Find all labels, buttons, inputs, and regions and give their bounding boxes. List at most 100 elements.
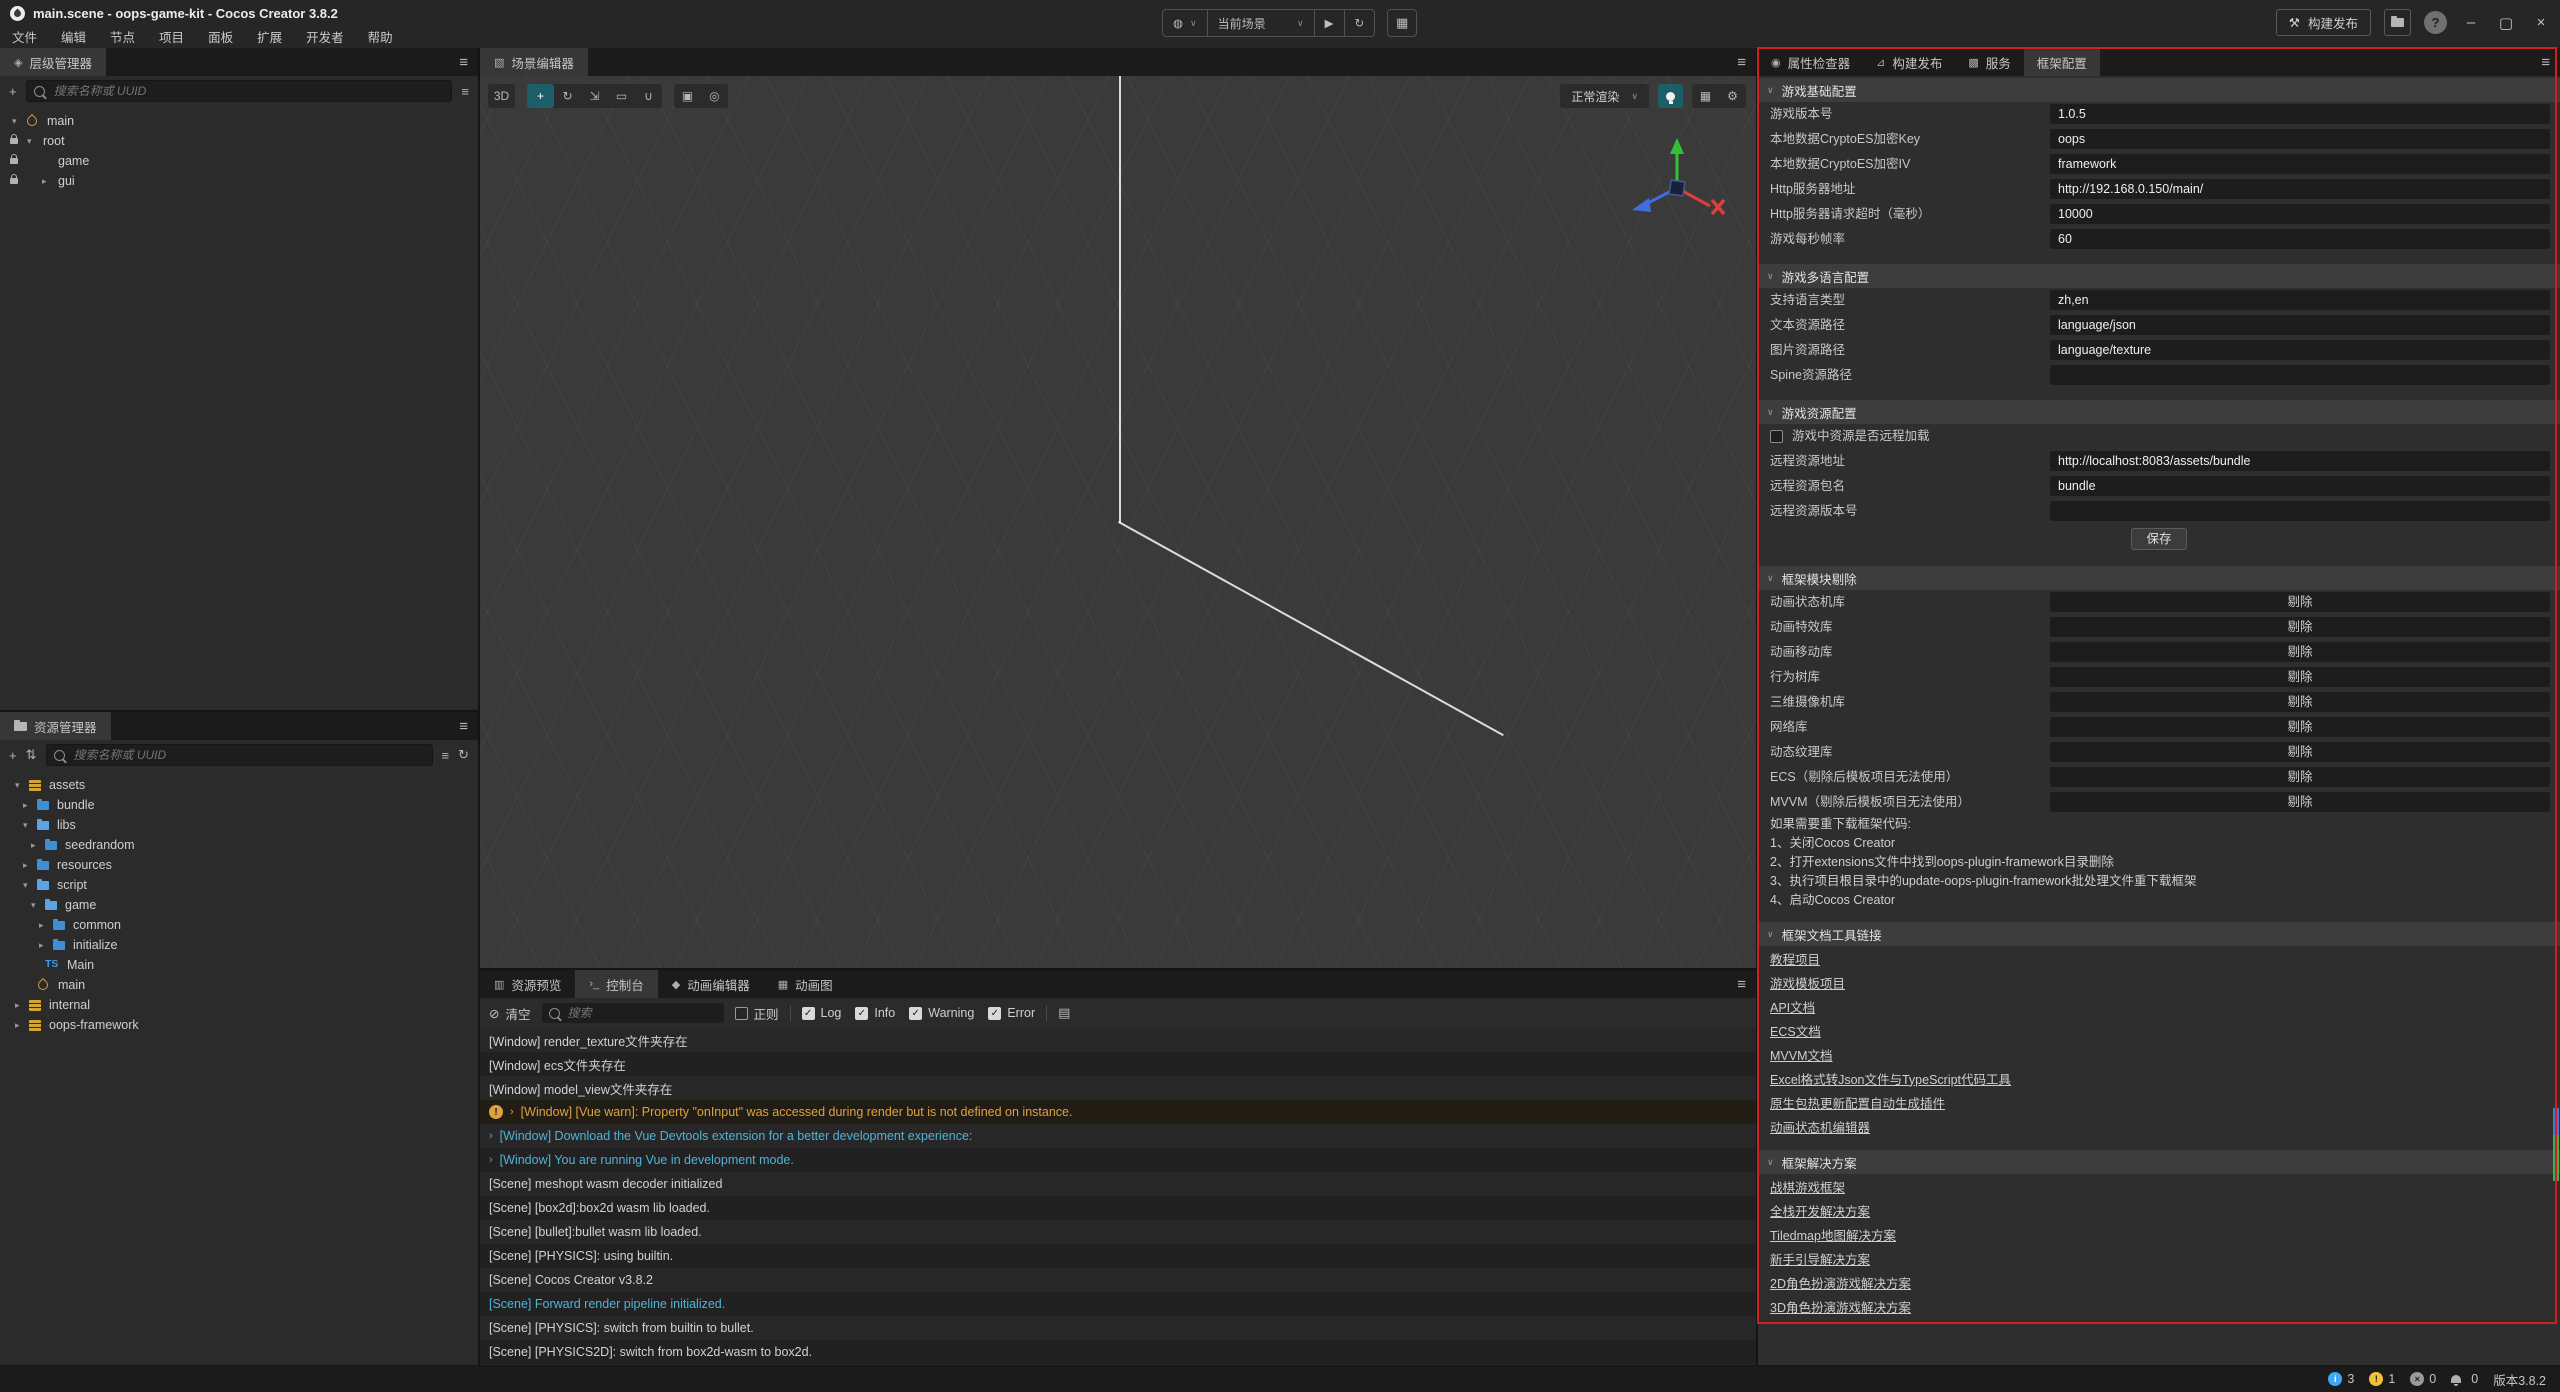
lighting-toggle[interactable] [1658, 84, 1683, 108]
tree-arrow[interactable]: ▸ [31, 840, 45, 851]
inspector-tab[interactable]: ⊿ 构建发布 [1863, 48, 1955, 76]
tree-row[interactable]: ▾ script [0, 875, 478, 895]
tree-row[interactable]: ▸ initialize [0, 935, 478, 955]
refresh-icon[interactable]: ↻ [458, 747, 469, 763]
section-header-language[interactable]: ∨ 游戏多语言配置 [1758, 264, 2560, 288]
sort-icon[interactable]: ⇅ [26, 747, 37, 763]
log-row[interactable]: ! [Window] render_texture文件夹存在 [480, 1028, 1756, 1052]
property-input[interactable]: language/json [2050, 315, 2550, 335]
tree-arrow[interactable]: ▾ [23, 880, 37, 891]
doc-link[interactable]: MVVM文档 [1770, 1045, 1833, 1064]
property-input[interactable]: zh,en [2050, 290, 2550, 310]
menu-item[interactable]: 项目 [159, 27, 184, 46]
create-node-button[interactable]: + [9, 84, 17, 99]
log-row[interactable]: ! [Scene] [PHYSICS]: using builtin. [480, 1244, 1756, 1268]
console-tab[interactable]: ▦ 动画图 [764, 970, 847, 998]
remove-module-button[interactable]: 剔除 [2050, 717, 2550, 737]
mode-3d-button[interactable]: 3D [488, 84, 515, 108]
tree-arrow[interactable]: ▾ [12, 116, 26, 127]
menu-item[interactable]: 面板 [208, 27, 233, 46]
property-input[interactable]: 60 [2050, 229, 2550, 249]
solution-link[interactable]: Tiledmap地图解决方案 [1770, 1225, 1896, 1244]
section-header-basic[interactable]: ∨ 游戏基础配置 [1758, 78, 2560, 102]
log-filter-toggle[interactable]: ✓ Error [988, 1006, 1035, 1020]
tree-row[interactable]: main [0, 975, 478, 995]
tree-arrow[interactable]: ▸ [15, 1000, 29, 1011]
clear-console-button[interactable]: ⊘ 清空 [489, 1004, 531, 1023]
solution-link[interactable]: 3D角色扮演游戏解决方案 [1770, 1297, 1911, 1316]
inspector-menu-icon[interactable]: ≡ [2541, 48, 2550, 76]
reload-button[interactable]: ↻ [1345, 10, 1375, 36]
notification-counter[interactable]: 0 [2451, 1372, 2478, 1386]
console-menu-icon[interactable]: ≡ [1737, 970, 1746, 998]
remote-load-checkbox[interactable] [1770, 430, 1783, 443]
property-input[interactable]: 10000 [2050, 204, 2550, 224]
tree-arrow[interactable]: ▾ [31, 900, 45, 911]
doc-link[interactable]: 动画状态机编辑器 [1770, 1117, 1870, 1136]
remove-module-button[interactable]: 剔除 [2050, 792, 2550, 812]
solution-link[interactable]: 全栈开发解决方案 [1770, 1201, 1870, 1220]
property-input[interactable]: oops [2050, 129, 2550, 149]
tab-scene-editor[interactable]: ▧ 场景编辑器 [480, 48, 588, 76]
tree-arrow[interactable]: ▸ [23, 800, 37, 811]
filter-icon[interactable]: ≡ [442, 748, 450, 763]
remove-module-button[interactable]: 剔除 [2050, 767, 2550, 787]
tree-arrow[interactable]: ▸ [39, 920, 53, 931]
console-tab[interactable]: ◆ 动画编辑器 [658, 970, 764, 998]
filter-icon[interactable]: ≡ [461, 84, 469, 99]
preview-target-button[interactable]: ◍ ∨ [1163, 10, 1207, 36]
doc-link[interactable]: 游戏模板项目 [1770, 973, 1845, 992]
hierarchy-search-input[interactable] [52, 83, 445, 99]
inspector-tab[interactable]: 框架配置 [2024, 48, 2100, 76]
transform-tool-button[interactable]: ∪ [635, 84, 662, 108]
tree-arrow[interactable]: ▾ [15, 780, 29, 791]
remove-module-button[interactable]: 剔除 [2050, 692, 2550, 712]
minimize-button[interactable]: – [2460, 14, 2482, 31]
doc-link[interactable]: 原生包热更新配置自动生成插件 [1770, 1093, 1945, 1112]
console-tab[interactable]: ▥ 资源预览 [480, 970, 575, 998]
tree-row[interactable]: ▸ common [0, 915, 478, 935]
save-button[interactable]: 保存 [2131, 528, 2187, 550]
log-row[interactable]: ! [Scene] [PHYSICS]: switch from builtin… [480, 1316, 1756, 1340]
snap-tool-button[interactable]: ▣ [674, 84, 701, 108]
tree-arrow[interactable]: ▸ [42, 176, 56, 187]
console-tab[interactable]: ›_ 控制台 [575, 970, 657, 998]
warning-counter[interactable]: ! 1 [2369, 1372, 2395, 1386]
property-input[interactable] [2050, 365, 2550, 385]
log-row[interactable]: ! [Scene] Forward render pipeline initia… [480, 1292, 1756, 1316]
log-row[interactable]: ! [Scene] [PHYSICS2D]: switch from box2d… [480, 1340, 1756, 1364]
tree-row[interactable]: ▸ seedrandom [0, 835, 478, 855]
inspector-tab[interactable]: ▩ 服务 [1955, 48, 2023, 76]
expand-arrow-icon[interactable]: › [489, 1130, 493, 1142]
remove-module-button[interactable]: 剔除 [2050, 592, 2550, 612]
close-button[interactable]: × [2530, 14, 2552, 31]
tree-row[interactable]: ▾ libs [0, 815, 478, 835]
tab-assets[interactable]: 资源管理器 [0, 712, 111, 740]
menu-item[interactable]: 节点 [110, 27, 135, 46]
doc-link[interactable]: API文档 [1770, 997, 1815, 1016]
section-header-modules[interactable]: ∨ 框架模块剔除 [1758, 566, 2560, 590]
remove-module-button[interactable]: 剔除 [2050, 742, 2550, 762]
doc-link[interactable]: ECS文档 [1770, 1021, 1821, 1040]
layout-button[interactable]: ▦ [1387, 9, 1417, 37]
assets-search-input[interactable] [72, 747, 425, 763]
orientation-gizmo[interactable] [1618, 136, 1736, 240]
hierarchy-menu-icon[interactable]: ≡ [459, 48, 468, 76]
tree-row[interactable]: ▾ assets [0, 775, 478, 795]
log-detail-icon[interactable]: ▤ [1058, 1005, 1070, 1021]
tree-row[interactable]: ▾ main [0, 111, 478, 131]
solution-link[interactable]: 战棋游戏框架 [1770, 1177, 1845, 1196]
tree-row[interactable]: game [0, 151, 478, 171]
scene-menu-icon[interactable]: ≡ [1737, 48, 1746, 76]
menu-item[interactable]: 帮助 [368, 27, 393, 46]
log-row[interactable]: ! [Scene] Cocos Creator v3.8.2 [480, 1268, 1756, 1292]
section-header-solutions[interactable]: ∨ 框架解决方案 [1758, 1150, 2560, 1174]
log-row[interactable]: ! [Window] ecs文件夹存在 [480, 1052, 1756, 1076]
console-search-input[interactable] [566, 1005, 717, 1021]
view-option-button[interactable]: ⚙ [1719, 84, 1746, 108]
log-row[interactable]: ! [Scene] [box2d]:box2d wasm lib loaded. [480, 1196, 1756, 1220]
transform-tool-button[interactable]: ⇲ [581, 84, 608, 108]
menu-item[interactable]: 扩展 [257, 27, 282, 46]
property-input[interactable]: http://192.168.0.150/main/ [2050, 179, 2550, 199]
remove-module-button[interactable]: 剔除 [2050, 642, 2550, 662]
